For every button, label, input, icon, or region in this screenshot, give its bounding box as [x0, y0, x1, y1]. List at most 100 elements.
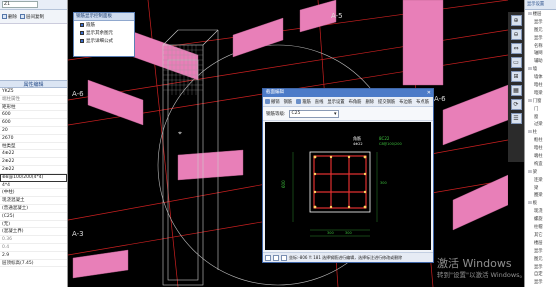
delete-button[interactable]: 删除	[2, 14, 17, 20]
tree-item[interactable]: 框柱	[525, 137, 556, 145]
tree-item[interactable]: 柱帽	[525, 224, 556, 232]
property-row[interactable]: 柱类型	[0, 143, 67, 151]
zoom-in-icon[interactable]: ⊕	[510, 15, 522, 26]
tree-group[interactable]: 楼层	[525, 11, 556, 19]
grid-icon[interactable]: ⊞	[510, 71, 522, 82]
tree-item[interactable]: 名称	[525, 43, 556, 51]
tree-item[interactable]: 梁	[525, 185, 556, 193]
component-list-area[interactable]	[0, 24, 67, 80]
dim-side-label: 300	[380, 181, 387, 185]
option-stirrup[interactable]: 箍筋	[74, 21, 134, 29]
panel-title: 钢筋显示控制面板	[74, 13, 134, 21]
submit-rebar-button[interactable]: 提交钢筋	[378, 99, 395, 105]
tree-item[interactable]: 构造	[525, 161, 556, 169]
tree-item[interactable]: 楼层	[525, 240, 556, 248]
property-row[interactable]: 2⊕22	[0, 166, 67, 174]
stirrup-button[interactable]: 箍筋	[296, 99, 311, 105]
property-row[interactable]: 4⊕22	[0, 150, 67, 159]
property-row[interactable]: 2670	[0, 135, 67, 143]
floor-select[interactable]: Z1	[2, 1, 38, 8]
tree-item[interactable]: 图元	[525, 256, 556, 264]
property-row[interactable]: 矩形柱	[0, 104, 67, 112]
close-icon[interactable]: ✕	[427, 89, 431, 97]
corner-sub-label: 4⊕22	[353, 142, 363, 146]
property-row[interactable]: (普通混凝土)	[0, 205, 67, 213]
menu-icon[interactable]: ☰	[510, 113, 522, 124]
tree-group[interactable]: 墙	[525, 66, 556, 74]
tree-item[interactable]: 图元	[525, 27, 556, 35]
tree-item[interactable]: 墙体	[525, 74, 556, 82]
rebar-button[interactable]: 钢筋	[284, 99, 293, 105]
tree-item[interactable]: 显示	[525, 279, 556, 287]
undo-button[interactable]: 撤销	[265, 99, 280, 105]
delete-button[interactable]: 删除	[365, 99, 374, 105]
grade-row: 钢筋等级: C25	[263, 107, 433, 121]
tree-item[interactable]: 暗柱	[525, 145, 556, 153]
option-show-formula[interactable]: 显示详细公式	[74, 37, 134, 45]
grade-select[interactable]: C25	[288, 109, 339, 118]
property-row[interactable]: 4*4	[0, 182, 67, 190]
tree-item[interactable]: 显示	[525, 264, 556, 272]
pan-icon[interactable]: ⇔	[510, 43, 522, 54]
tree-group[interactable]: 梁	[525, 169, 556, 177]
display-settings-button[interactable]: 显示设置	[327, 99, 344, 105]
top-rebar-sub-label: C8@100/200	[379, 142, 402, 146]
tree-item[interactable]: 自定	[525, 271, 556, 279]
window-icon[interactable]: ▭	[510, 57, 522, 68]
property-row[interactable]: 2⊕22	[0, 158, 67, 166]
tree-item[interactable]: 窗	[525, 114, 556, 122]
snap-toggle[interactable]	[273, 254, 279, 261]
tree-item[interactable]: 其它	[525, 232, 556, 240]
property-row[interactable]: (C25)	[0, 213, 67, 221]
axis-label-a6-left: A-6	[72, 90, 84, 98]
layer-copy-button[interactable]: 层间复制	[20, 14, 44, 20]
point-rebar-button[interactable]: 布点筋	[416, 99, 429, 105]
property-row[interactable]: 600	[0, 119, 67, 127]
line-button[interactable]: 直线	[315, 99, 324, 105]
property-row[interactable]: 2.9	[0, 252, 67, 260]
tree-item[interactable]: 门	[525, 106, 556, 114]
tree-item[interactable]: 轴网	[525, 50, 556, 58]
ortho-toggle[interactable]	[265, 254, 271, 261]
property-row[interactable]: 层顶标高(7.45)	[0, 260, 67, 268]
property-row[interactable]: 0.4	[0, 244, 67, 252]
zoom-out-icon[interactable]: ⊖	[510, 29, 522, 40]
tree-item[interactable]: 过梁	[525, 121, 556, 129]
tree-item[interactable]: 显示	[525, 248, 556, 256]
edge-rebar-button[interactable]: 布边筋	[399, 99, 412, 105]
property-row[interactable]: YKZ5	[0, 88, 67, 96]
tree-item[interactable]: 显示	[525, 19, 556, 27]
tree-item[interactable]: 暗梁	[525, 90, 556, 98]
checkbox-checked[interactable]	[80, 31, 84, 35]
tree-group[interactable]: 板	[525, 200, 556, 208]
tree-item[interactable]: 暗柱	[525, 82, 556, 90]
axis-label-a6-right: A-6	[434, 95, 446, 103]
corner-rebar-button[interactable]: 布角筋	[349, 99, 362, 105]
rotate-icon[interactable]: ⟳	[510, 99, 522, 110]
tree-item[interactable]: 辅助	[525, 58, 556, 66]
property-row[interactable]: 0.36	[0, 236, 67, 244]
tree-item[interactable]: 螺旋	[525, 216, 556, 224]
property-row[interactable]: 600	[0, 111, 67, 120]
tree-item[interactable]: 端柱	[525, 153, 556, 161]
property-row[interactable]: 端柱属性	[0, 96, 67, 104]
display-settings-panel: 显示设置 楼层显示图元显示名称轴网辅助墙墙体暗柱暗梁门窗门窗过梁柱框柱暗柱端柱构…	[524, 0, 556, 287]
layers-icon[interactable]: ▦	[510, 85, 522, 96]
property-row[interactable]: 现浇混凝土	[0, 197, 67, 205]
option-show-other[interactable]: 显示其余图元	[74, 29, 134, 37]
tree-item[interactable]: 显示	[525, 35, 556, 43]
tree-item[interactable]: 圈梁	[525, 192, 556, 200]
property-row[interactable]: (无)	[0, 221, 67, 229]
tree-item[interactable]: 连梁	[525, 177, 556, 185]
property-row[interactable]: ⊕8@100/200(4*4)	[0, 173, 67, 182]
checkbox-checked[interactable]	[80, 39, 84, 43]
tree-group[interactable]: 柱	[525, 129, 556, 137]
section-canvas[interactable]: 角筋 4⊕22 8C22 C8@100/200 600 300 300 300	[265, 122, 431, 250]
tree-group[interactable]: 门窗	[525, 98, 556, 106]
property-row[interactable]: 20	[0, 127, 67, 135]
dynamic-toggle[interactable]	[281, 254, 287, 261]
property-row[interactable]: (中柱)	[0, 189, 67, 198]
tree-item[interactable]: 现浇	[525, 208, 556, 216]
property-row[interactable]: (混凝土界)	[0, 228, 67, 237]
checkbox-checked[interactable]	[80, 23, 84, 27]
